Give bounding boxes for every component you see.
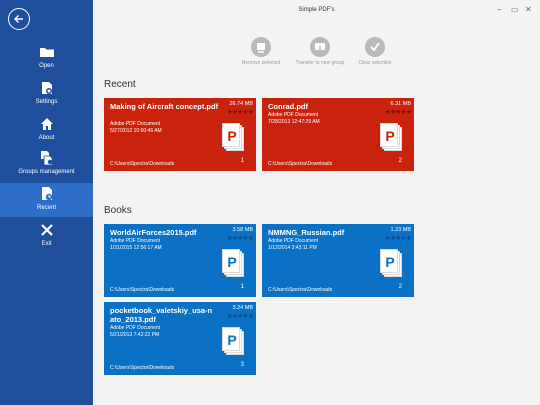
file-count: 2 (398, 284, 402, 290)
recent-icon (41, 187, 52, 201)
pdf-document-icon: P (380, 123, 402, 151)
file-date: 1/31/2015 12:56:17 AM (110, 245, 162, 251)
minimize-button[interactable]: – (497, 5, 501, 14)
file-size: 3.58 MB (232, 227, 253, 233)
section-title-books: Books (104, 205, 132, 216)
file-type: Adobe PDF Document (110, 325, 161, 331)
file-tile[interactable]: Making of Aircraft concept.pdf Adobe PDF… (104, 98, 256, 171)
pdf-document-icon: P (222, 327, 244, 355)
file-type: Adobe PDF Document (110, 121, 161, 127)
file-name: WorldAirForces2015.pdf (110, 228, 197, 237)
file-size: 26.74 MB (229, 101, 253, 107)
rating-stars[interactable]: ★★★★★ (385, 234, 412, 242)
pdf-document-icon: P (380, 249, 402, 277)
sidebar-item-settings[interactable]: Settings (0, 80, 93, 116)
groups-icon (40, 151, 52, 166)
sidebar-item-label: Exit (41, 241, 52, 247)
rating-stars[interactable]: ★★★★★ (227, 234, 254, 242)
file-name: Conrad.pdf (268, 102, 308, 111)
file-date: 5/21/2013 7:42:22 PM (110, 332, 160, 338)
folder-icon (39, 48, 54, 57)
file-name: pocketbook_valetskiy_usa-n ato_2013.pdf (110, 306, 213, 324)
close-icon (40, 224, 53, 236)
file-count: 2 (398, 158, 402, 164)
file-path: C:\Users\Spectra\Downloads (268, 161, 333, 167)
sidebar-item-label: Groups management (18, 169, 75, 175)
file-path: C:\Users\Spectra\Downloads (110, 161, 175, 167)
sidebar-item-about[interactable]: About (0, 116, 93, 152)
sidebar-item-open[interactable]: Open (0, 44, 93, 80)
clear-selection-button[interactable]: Clear selection (354, 37, 396, 66)
file-date: 7/28/2013 12:47:29 AM (268, 119, 320, 125)
file-type: Adobe PDF Document (110, 238, 161, 244)
sidebar-item-recent[interactable]: Recent (0, 183, 93, 217)
home-icon (40, 118, 53, 130)
section-title-recent: Recent (104, 79, 136, 90)
remove-selected-label: Remove selected (241, 60, 281, 66)
back-button[interactable] (8, 8, 30, 30)
transfer-icon (310, 37, 330, 57)
back-arrow-icon (14, 15, 23, 23)
title-bar: Simple PDF's – ▭ ✕ (93, 0, 540, 22)
clear-icon (365, 37, 385, 57)
rating-stars[interactable]: ★★★★★ (227, 108, 254, 116)
sidebar-item-label: Recent (36, 205, 56, 211)
sidebar-item-exit[interactable]: Exit (0, 222, 93, 258)
window-title: Simple PDF's (298, 7, 335, 13)
file-count: 3 (240, 362, 244, 368)
file-tile[interactable]: NMMNG_Russian.pdf Adobe PDF Document 1/1… (262, 224, 414, 297)
file-path: C:\Users\Spectra\Downloads (268, 287, 333, 293)
close-window-button[interactable]: ✕ (525, 5, 532, 14)
clear-selection-label: Clear selection (358, 60, 392, 66)
file-tile[interactable]: WorldAirForces2015.pdf Adobe PDF Documen… (104, 224, 256, 297)
remove-icon (251, 37, 271, 57)
file-count: 1 (240, 158, 244, 164)
file-date: 1/12/2014 3:43:11 PM (268, 245, 317, 251)
file-size: 1.23 MB (390, 227, 411, 233)
file-path: C:\Users\Spectra\Downloads (110, 365, 175, 371)
sidebar: Open Settings About Groups management Re… (0, 0, 93, 405)
rating-stars[interactable]: ★★★★★ (385, 108, 412, 116)
file-name: NMMNG_Russian.pdf (268, 228, 345, 237)
file-size: 6.31 MB (390, 101, 411, 107)
pdf-document-icon: P (222, 249, 244, 277)
sidebar-item-label: Open (39, 63, 54, 69)
transfer-group-button[interactable]: Transfer to new group (288, 37, 352, 66)
file-size: 3.24 MB (232, 305, 253, 311)
sidebar-item-groups-management[interactable]: Groups management (0, 150, 93, 186)
rating-stars[interactable]: ★★★★★ (227, 312, 254, 320)
file-tile[interactable]: Conrad.pdf Adobe PDF Document 7/28/2013 … (262, 98, 414, 171)
settings-icon (41, 82, 52, 94)
file-type: Adobe PDF Document (268, 238, 319, 244)
file-path: C:\Users\Spectra\Downloads (110, 287, 175, 293)
remove-selected-button[interactable]: Remove selected (236, 37, 286, 66)
file-tile[interactable]: pocketbook_valetskiy_usa-n ato_2013.pdf … (104, 302, 256, 375)
transfer-group-label: Transfer to new group (295, 60, 345, 66)
pdf-document-icon: P (222, 123, 244, 151)
sidebar-item-label: Settings (35, 99, 58, 105)
file-date: 5/27/2012 10:50:46 AM (110, 128, 162, 134)
file-name: Making of Aircraft concept.pdf (110, 102, 219, 111)
sidebar-item-label: About (38, 135, 55, 141)
maximize-button[interactable]: ▭ (511, 5, 519, 14)
file-count: 1 (240, 284, 244, 290)
file-type: Adobe PDF Document (268, 112, 319, 118)
